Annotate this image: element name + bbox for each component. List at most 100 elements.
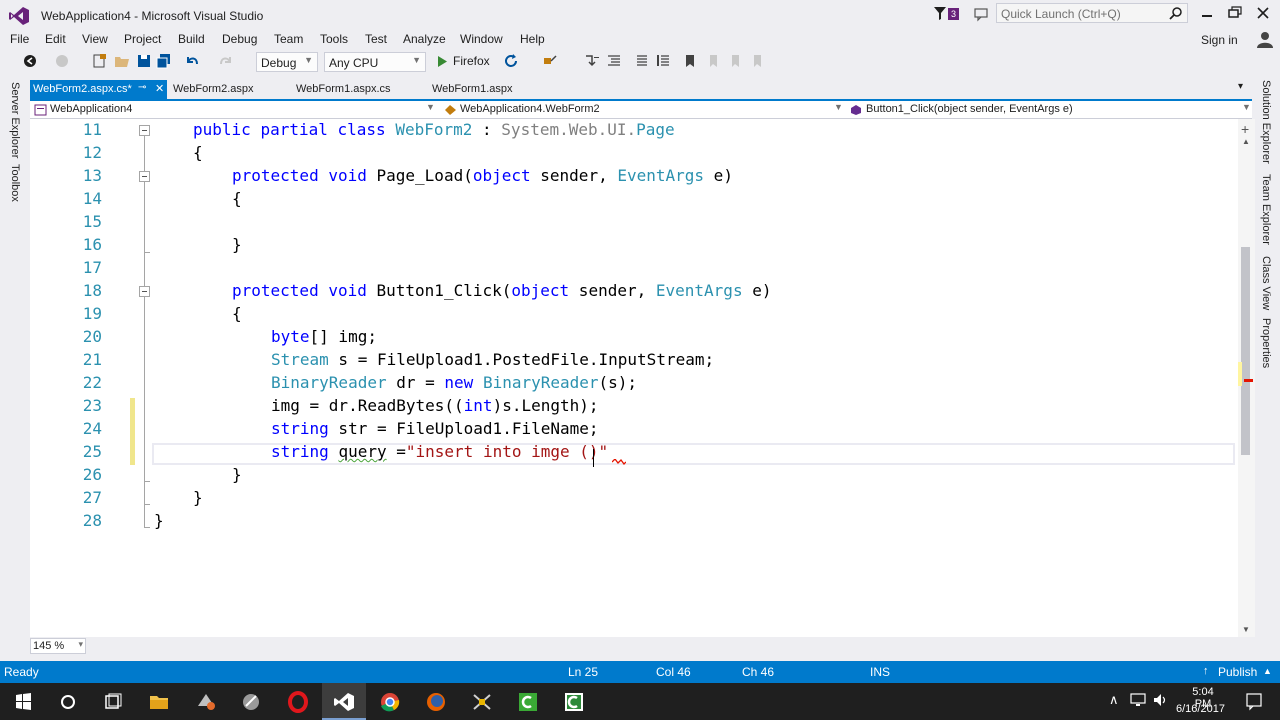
pin-icon[interactable]: ⊸ xyxy=(138,82,146,93)
tab-webform1-aspx-cs[interactable]: WebForm1.aspx.cs xyxy=(293,80,426,99)
notification-count-badge[interactable]: 3 xyxy=(948,8,960,20)
close-icon[interactable] xyxy=(1252,4,1274,22)
format-document-icon[interactable] xyxy=(606,53,622,69)
chrome-icon[interactable] xyxy=(373,688,407,716)
refresh-icon[interactable] xyxy=(503,53,519,69)
code-line[interactable]: 18 protected void Button1_Click(object s… xyxy=(30,280,1238,303)
save-icon[interactable] xyxy=(136,53,152,69)
code-line[interactable]: 21 Stream s = FileUpload1.PostedFile.Inp… xyxy=(30,349,1238,372)
camtasia-recorder-icon[interactable] xyxy=(557,688,591,716)
sign-in-link[interactable]: Sign in xyxy=(1201,33,1238,47)
open-file-icon[interactable] xyxy=(114,53,130,69)
code-line[interactable]: 19 { xyxy=(30,303,1238,326)
tool-tab-team-explorer[interactable]: Team Explorer xyxy=(1260,174,1272,245)
cortana-search-icon[interactable] xyxy=(51,688,85,716)
new-project-icon[interactable] xyxy=(92,53,108,69)
redo-icon[interactable] xyxy=(218,53,234,69)
tool-tab-toolbox[interactable]: Toolbox xyxy=(9,164,21,202)
code-line[interactable]: 16 } xyxy=(30,234,1238,257)
publish-menu-chevron-icon[interactable]: ▲ xyxy=(1263,666,1272,676)
visual-studio-taskbar-icon[interactable] xyxy=(327,688,361,716)
feedback-icon[interactable] xyxy=(973,6,989,22)
volume-icon[interactable] xyxy=(1152,692,1170,708)
file-explorer-icon[interactable] xyxy=(142,688,176,716)
opera-icon[interactable] xyxy=(281,688,315,716)
zoom-level-combo[interactable]: 145 % ▾ xyxy=(30,638,86,654)
menu-file[interactable]: File xyxy=(10,32,29,46)
navigate-forward-icon[interactable] xyxy=(54,53,70,69)
navigate-back-icon[interactable] xyxy=(22,53,38,69)
menu-edit[interactable]: Edit xyxy=(45,32,66,46)
publish-arrow-icon[interactable]: ↑ xyxy=(1203,665,1209,677)
restore-icon[interactable] xyxy=(1224,4,1246,22)
app-icon-3[interactable] xyxy=(465,688,499,716)
split-editor-icon[interactable]: + xyxy=(1241,121,1249,137)
quick-launch-input[interactable]: Quick Launch (Ctrl+Q) xyxy=(996,3,1188,23)
code-line[interactable]: 22 BinaryReader dr = new BinaryReader(s)… xyxy=(30,372,1238,395)
code-line[interactable]: 23 img = dr.ReadBytes((int)s.Length); xyxy=(30,395,1238,418)
start-debugging-button[interactable]: Firefox xyxy=(436,53,496,71)
windows-start-icon[interactable] xyxy=(6,688,40,716)
tool-tab-solution-explorer[interactable]: Solution Explorer xyxy=(1260,80,1272,164)
menu-build[interactable]: Build xyxy=(178,32,205,46)
code-line[interactable]: 11 public partial class WebForm2 : Syste… xyxy=(30,119,1238,142)
publish-button[interactable]: Publish xyxy=(1218,665,1257,679)
member-dropdown[interactable]: Button1_Click(object sender, EventArgs e… xyxy=(846,102,1252,118)
platform-combo[interactable]: Any CPU ▼ xyxy=(324,52,426,72)
menu-debug[interactable]: Debug xyxy=(222,32,257,46)
code-line[interactable]: 24 string str = FileUpload1.FileName; xyxy=(30,418,1238,441)
project-dropdown[interactable]: WebApplication4 ▼ xyxy=(30,102,436,118)
code-line[interactable]: 13 protected void Page_Load(object sende… xyxy=(30,165,1238,188)
menu-project[interactable]: Project xyxy=(124,32,161,46)
menu-tools[interactable]: Tools xyxy=(320,32,348,46)
account-icon[interactable] xyxy=(1256,30,1274,48)
minimize-icon[interactable] xyxy=(1196,4,1218,22)
bookmark-icon[interactable] xyxy=(682,53,698,69)
taskbar-clock-date[interactable]: 6/16/2017 xyxy=(1176,703,1225,715)
tool-tab-server-explorer[interactable]: Server Explorer xyxy=(9,82,21,158)
code-line[interactable]: 28 } xyxy=(30,510,1238,533)
code-line[interactable]: 25 string query ="insert into imge ()" xyxy=(30,441,1238,464)
task-view-icon[interactable] xyxy=(96,688,130,716)
tab-webform2-aspx[interactable]: WebForm2.aspx xyxy=(170,80,290,99)
tool-tab-properties[interactable]: Properties xyxy=(1260,318,1272,368)
undo-icon[interactable] xyxy=(184,53,200,69)
app-icon-1[interactable] xyxy=(189,688,223,716)
configuration-combo[interactable]: Debug ▼ xyxy=(256,52,318,72)
scroll-down-arrow-icon[interactable]: ▼ xyxy=(1242,625,1250,634)
menu-test[interactable]: Test xyxy=(365,32,387,46)
uncomment-icon[interactable] xyxy=(656,53,672,69)
type-dropdown[interactable]: WebApplication4.WebForm2 ▼ xyxy=(440,102,844,118)
step-into-icon[interactable] xyxy=(584,53,600,69)
browser-link-icon[interactable] xyxy=(542,53,558,69)
show-hidden-icons-chevron-icon[interactable]: ∧ xyxy=(1109,692,1119,708)
app-icon-2[interactable] xyxy=(234,688,268,716)
code-line[interactable]: 20 byte[] img; xyxy=(30,326,1238,349)
menu-team[interactable]: Team xyxy=(274,32,303,46)
code-editor[interactable]: 11 public partial class WebForm2 : Syste… xyxy=(30,119,1238,637)
save-all-icon[interactable] xyxy=(156,53,172,69)
code-line[interactable]: 14 { xyxy=(30,188,1238,211)
tab-webform1-aspx[interactable]: WebForm1.aspx xyxy=(429,80,549,99)
code-line[interactable]: 27 } xyxy=(30,487,1238,510)
tab-webform2-aspx-cs[interactable]: WebForm2.aspx.cs* ⊸ ✕ xyxy=(30,80,167,99)
close-icon[interactable]: ✕ xyxy=(155,82,164,95)
scrollbar-thumb[interactable] xyxy=(1241,247,1250,455)
editor-vertical-scrollbar[interactable]: + ▲ ▼ xyxy=(1238,119,1255,637)
code-line[interactable]: 15 xyxy=(30,211,1238,234)
menu-analyze[interactable]: Analyze xyxy=(403,32,446,46)
clear-bookmarks-icon[interactable] xyxy=(749,53,765,69)
next-bookmark-icon[interactable] xyxy=(727,53,743,69)
prev-bookmark-icon[interactable] xyxy=(705,53,721,69)
firefox-icon[interactable] xyxy=(419,688,453,716)
menu-view[interactable]: View xyxy=(82,32,108,46)
action-center-icon[interactable] xyxy=(1244,691,1264,711)
tool-tab-class-view[interactable]: Class View xyxy=(1260,256,1272,310)
code-line[interactable]: 12 { xyxy=(30,142,1238,165)
code-line[interactable]: 26 } xyxy=(30,464,1238,487)
menu-window[interactable]: Window xyxy=(460,32,503,46)
camtasia-icon[interactable] xyxy=(511,688,545,716)
tab-overflow-chevron-icon[interactable]: ▾ xyxy=(1238,81,1243,92)
scroll-up-arrow-icon[interactable]: ▲ xyxy=(1242,137,1250,146)
comment-out-icon[interactable] xyxy=(634,53,650,69)
